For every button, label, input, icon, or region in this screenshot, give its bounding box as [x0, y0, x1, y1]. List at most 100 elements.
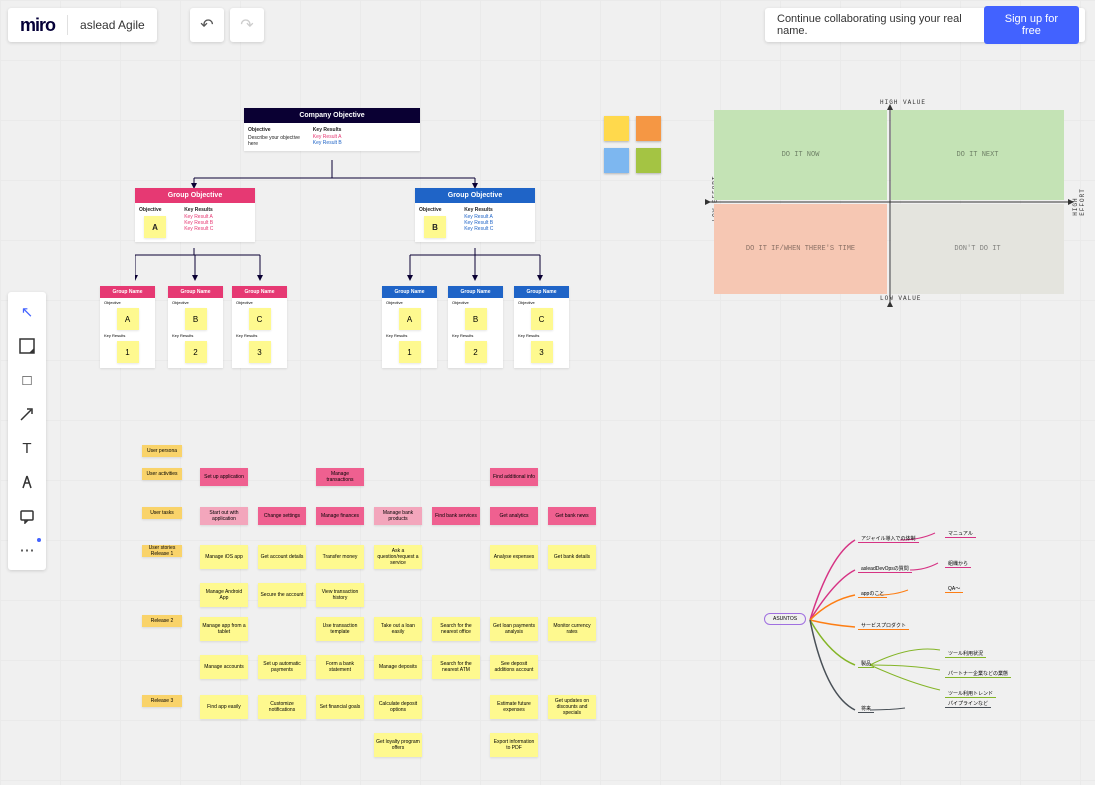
group-name-card[interactable]: Group Name Objective B Key Results 2	[448, 286, 503, 368]
story-card[interactable]: Manage iOS app	[200, 545, 248, 569]
signup-button[interactable]: Sign up for free	[984, 6, 1079, 44]
story-card[interactable]: Manage Android App	[200, 583, 248, 607]
story-card[interactable]: Get loyalty program offers	[374, 733, 422, 757]
group-objective-a[interactable]: Group Objective Objective A Key Results …	[135, 188, 255, 242]
text-tool[interactable]: T	[13, 434, 41, 462]
child-num[interactable]: 3	[249, 341, 271, 363]
mindmap-branch[interactable]: 将来	[858, 705, 874, 713]
mindmap-root[interactable]: ASUNTOS	[764, 613, 806, 625]
sticky-note-tool[interactable]	[13, 332, 41, 360]
story-task[interactable]: Start out with application	[200, 507, 248, 525]
story-card[interactable]: Take out a loan easily	[374, 617, 422, 641]
story-card[interactable]: Secure the account	[258, 583, 306, 607]
story-task[interactable]: Manage bank products	[374, 507, 422, 525]
story-task[interactable]: Change settings	[258, 507, 306, 525]
story-card[interactable]: Set financial goals	[316, 695, 364, 719]
child-num[interactable]: 2	[465, 341, 487, 363]
story-task[interactable]: Get analytics	[490, 507, 538, 525]
story-card[interactable]: Manage accounts	[200, 655, 248, 679]
sticker-orange[interactable]	[636, 116, 661, 141]
group-name-card[interactable]: Group Name Objective B Key Results 2	[168, 286, 223, 368]
story-card[interactable]: Transfer money	[316, 545, 364, 569]
story-card[interactable]: View transaction history	[316, 583, 364, 607]
priority-matrix[interactable]: HIGH VALUE LOW VALUE LOW EFFORT HIGH EFF…	[710, 105, 1065, 295]
story-card[interactable]: Get loan payments analysis	[490, 617, 538, 641]
mindmap-leaf[interactable]: 組織から	[945, 560, 971, 568]
story-card[interactable]: Ask a question/request a service	[374, 545, 422, 569]
story-card[interactable]: Monitor currency rates	[548, 617, 596, 641]
mindmap-leaf[interactable]: ツール利用状況	[945, 650, 986, 658]
group-objective-b[interactable]: Group Objective Objective B Key Results …	[415, 188, 535, 242]
mindmap-branch[interactable]: アジャイル導入での体制	[858, 535, 919, 543]
story-row-label[interactable]: Release 3	[142, 695, 182, 707]
more-tool[interactable]: ⋯	[13, 536, 41, 564]
mindmap-leaf[interactable]: パートナー企業などの業態	[945, 670, 1011, 678]
badge-b[interactable]: B	[424, 216, 446, 238]
story-card[interactable]: Analyse expenses	[490, 545, 538, 569]
mindmap[interactable]: ASUNTOS アジャイル導入での体制 マニュアル asleadDevOpsの質問 組…	[760, 525, 1090, 735]
child-badge[interactable]: A	[117, 308, 139, 330]
mindmap-branch[interactable]: appのこと	[858, 590, 887, 598]
child-badge[interactable]: B	[185, 308, 207, 330]
story-row-label[interactable]: User persona	[142, 445, 182, 457]
story-task[interactable]: Manage finances	[316, 507, 364, 525]
story-card[interactable]: Export information to PDF	[490, 733, 538, 757]
story-card[interactable]: Calculate deposit options	[374, 695, 422, 719]
story-card[interactable]: Manage deposits	[374, 655, 422, 679]
child-num[interactable]: 1	[117, 341, 139, 363]
child-num[interactable]: 1	[399, 341, 421, 363]
story-card[interactable]: Set up automatic payments	[258, 655, 306, 679]
story-card[interactable]: Use transaction template	[316, 617, 364, 641]
story-card[interactable]: Get updates on discounts and specials	[548, 695, 596, 719]
pen-tool[interactable]	[13, 468, 41, 496]
story-card[interactable]: Get account details	[258, 545, 306, 569]
story-card[interactable]: Search for the nearest office	[432, 617, 480, 641]
mindmap-leaf[interactable]: パイプラインなど	[945, 700, 991, 708]
mindmap-leaf[interactable]: ツール利用トレンド	[945, 690, 996, 698]
story-task[interactable]: Find bank services	[432, 507, 480, 525]
select-tool[interactable]: ↖	[13, 298, 41, 326]
story-activity[interactable]: Manage transactions	[316, 468, 364, 486]
undo-button[interactable]: ↶	[190, 8, 224, 42]
group-name-card[interactable]: Group Name Objective A Key Results 1	[100, 286, 155, 368]
sticker-blue[interactable]	[604, 148, 629, 173]
story-card[interactable]: Customize notifications	[258, 695, 306, 719]
comment-tool[interactable]	[13, 502, 41, 530]
story-card[interactable]: Find app easily	[200, 695, 248, 719]
story-row-label[interactable]: User stories Release 1	[142, 545, 182, 557]
child-num[interactable]: 3	[531, 341, 553, 363]
sticker-green[interactable]	[636, 148, 661, 173]
story-card[interactable]: Search for the nearest ATM	[432, 655, 480, 679]
story-card[interactable]: Get bank details	[548, 545, 596, 569]
child-badge[interactable]: B	[465, 308, 487, 330]
child-badge[interactable]: C	[249, 308, 271, 330]
mindmap-branch[interactable]: asleadDevOpsの質問	[858, 565, 912, 573]
group-name-card[interactable]: Group Name Objective C Key Results 3	[232, 286, 287, 368]
mindmap-branch[interactable]: 製品	[858, 660, 874, 668]
company-objective-card[interactable]: Company Objective Objective Describe you…	[244, 108, 420, 151]
board-title[interactable]: aslead Agile	[80, 18, 145, 32]
arrow-tool[interactable]	[13, 400, 41, 428]
child-num[interactable]: 2	[185, 341, 207, 363]
mindmap-leaf[interactable]: マニュアル	[945, 530, 976, 538]
story-activity[interactable]: Set up application	[200, 468, 248, 486]
child-badge[interactable]: A	[399, 308, 421, 330]
group-name-card[interactable]: Group Name Objective C Key Results 3	[514, 286, 569, 368]
story-row-label[interactable]: User activities	[142, 468, 182, 480]
redo-button[interactable]: ↷	[230, 8, 264, 42]
story-card[interactable]: See deposit additions account	[490, 655, 538, 679]
mindmap-leaf[interactable]: QA～	[945, 585, 963, 593]
mindmap-branch[interactable]: サービスプロダクト	[858, 622, 909, 630]
story-row-label[interactable]: User tasks	[142, 507, 182, 519]
badge-a[interactable]: A	[144, 216, 166, 238]
story-card[interactable]: Estimate future expenses	[490, 695, 538, 719]
sticker-yellow[interactable]	[604, 116, 629, 141]
story-activity[interactable]: Find additional info	[490, 468, 538, 486]
story-card[interactable]: Form a bank statement	[316, 655, 364, 679]
story-task[interactable]: Get bank news	[548, 507, 596, 525]
child-badge[interactable]: C	[531, 308, 553, 330]
group-name-card[interactable]: Group Name Objective A Key Results 1	[382, 286, 437, 368]
story-row-label[interactable]: Release 2	[142, 615, 182, 627]
story-card[interactable]: Manage app from a tablet	[200, 617, 248, 641]
shape-tool[interactable]: □	[13, 366, 41, 394]
